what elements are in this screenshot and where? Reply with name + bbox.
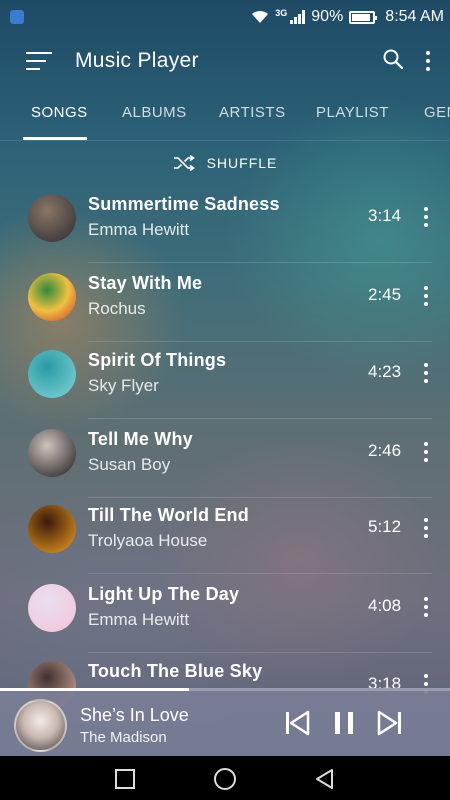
row-divider bbox=[88, 418, 432, 419]
status-right: 3G 90% 8:54 AM bbox=[251, 8, 444, 26]
song-row[interactable]: Spirit Of Things Sky Flyer 4:23 bbox=[0, 341, 450, 419]
song-duration: 2:45 bbox=[368, 285, 402, 304]
song-artist: Emma Hewitt bbox=[88, 220, 190, 239]
battery-icon bbox=[349, 10, 378, 24]
song-title: Spirit Of Things bbox=[88, 350, 227, 370]
song-row[interactable]: Stay With Me Rochus 2:45 bbox=[0, 264, 450, 342]
shuffle-label: SHUFFLE bbox=[206, 155, 278, 171]
song-more-icon[interactable] bbox=[416, 284, 436, 308]
song-artist: Sky Flyer bbox=[88, 376, 159, 395]
song-title: Till The World End bbox=[88, 505, 249, 525]
tab-songs[interactable]: SONGS bbox=[31, 104, 88, 121]
song-duration: 4:08 bbox=[368, 596, 402, 615]
playback-progress-fill bbox=[0, 688, 189, 691]
song-more-icon[interactable] bbox=[416, 205, 436, 229]
menu-icon[interactable] bbox=[26, 52, 52, 72]
now-playing-title: She’s In Love bbox=[80, 705, 189, 725]
album-art bbox=[28, 584, 76, 632]
song-more-icon[interactable] bbox=[416, 361, 436, 385]
song-row[interactable]: Tell Me Why Susan Boy 2:46 bbox=[0, 420, 450, 498]
skip-next-icon[interactable] bbox=[375, 708, 405, 738]
wifi-icon bbox=[252, 10, 269, 23]
song-title: Stay With Me bbox=[88, 273, 203, 293]
song-duration: 5:12 bbox=[368, 517, 402, 536]
row-divider bbox=[88, 262, 432, 263]
tab-bar: SONGS ALBUMS ARTISTS PLAYLIST GEN bbox=[0, 90, 450, 140]
song-artist: Susan Boy bbox=[88, 455, 171, 474]
pause-icon[interactable] bbox=[329, 708, 359, 738]
tab-playlist[interactable]: PLAYLIST bbox=[316, 104, 389, 121]
song-title: Summertime Sadness bbox=[88, 194, 280, 214]
now-playing-art bbox=[14, 699, 67, 752]
screen: 3G 90% 8:54 AM Music Player SONGS ALBUMS… bbox=[0, 0, 450, 800]
notification-icon bbox=[10, 10, 24, 24]
back-triangle-icon[interactable] bbox=[313, 767, 337, 791]
tab-albums[interactable]: ALBUMS bbox=[122, 104, 187, 121]
shuffle-icon bbox=[173, 155, 195, 171]
song-title: Tell Me Why bbox=[88, 429, 193, 449]
song-artist: Emma Hewitt bbox=[88, 610, 190, 629]
album-art bbox=[28, 350, 76, 398]
song-more-icon[interactable] bbox=[416, 440, 436, 464]
app-title: Music Player bbox=[75, 49, 199, 72]
now-playing-artist: The Madison bbox=[80, 729, 167, 746]
skip-previous-icon[interactable] bbox=[282, 708, 312, 738]
song-artist: Rochus bbox=[88, 299, 146, 318]
tab-artists[interactable]: ARTISTS bbox=[219, 104, 286, 121]
song-row[interactable]: Light Up The Day Emma Hewitt 4:08 bbox=[0, 575, 450, 653]
playback-progress-track[interactable] bbox=[0, 688, 450, 691]
network-type-label: 3G bbox=[275, 8, 288, 18]
app-bar: Music Player bbox=[0, 34, 450, 90]
recents-square-icon[interactable] bbox=[113, 767, 137, 791]
song-duration: 4:23 bbox=[368, 362, 402, 381]
song-row[interactable]: Summertime Sadness Emma Hewitt 3:14 bbox=[0, 185, 450, 263]
signal-icon bbox=[290, 10, 306, 24]
album-art bbox=[28, 194, 76, 242]
shuffle-button[interactable]: SHUFFLE bbox=[0, 141, 450, 185]
song-duration: 2:46 bbox=[368, 441, 402, 460]
home-circle-icon[interactable] bbox=[213, 767, 237, 791]
album-art bbox=[28, 429, 76, 477]
song-duration: 3:14 bbox=[368, 206, 402, 225]
song-more-icon[interactable] bbox=[416, 516, 436, 540]
search-icon[interactable] bbox=[382, 48, 404, 70]
album-art bbox=[28, 273, 76, 321]
song-more-icon[interactable] bbox=[416, 595, 436, 619]
more-vertical-icon[interactable] bbox=[418, 48, 438, 74]
mini-player[interactable]: She’s In Love The Madison bbox=[0, 688, 450, 756]
clock: 8:54 AM bbox=[385, 8, 444, 25]
album-art bbox=[28, 505, 76, 553]
tab-genres[interactable]: GEN bbox=[424, 104, 450, 121]
song-artist: Trolyaoa House bbox=[88, 531, 208, 550]
song-title: Light Up The Day bbox=[88, 584, 240, 604]
song-title: Touch The Blue Sky bbox=[88, 661, 263, 681]
battery-fill bbox=[352, 13, 371, 21]
song-row[interactable]: Till The World End Trolyaoa House 5:12 bbox=[0, 496, 450, 574]
battery-percent: 90% bbox=[311, 8, 344, 25]
system-nav-bar bbox=[0, 756, 450, 800]
row-divider bbox=[88, 573, 432, 574]
status-bar: 3G 90% 8:54 AM bbox=[0, 0, 450, 34]
